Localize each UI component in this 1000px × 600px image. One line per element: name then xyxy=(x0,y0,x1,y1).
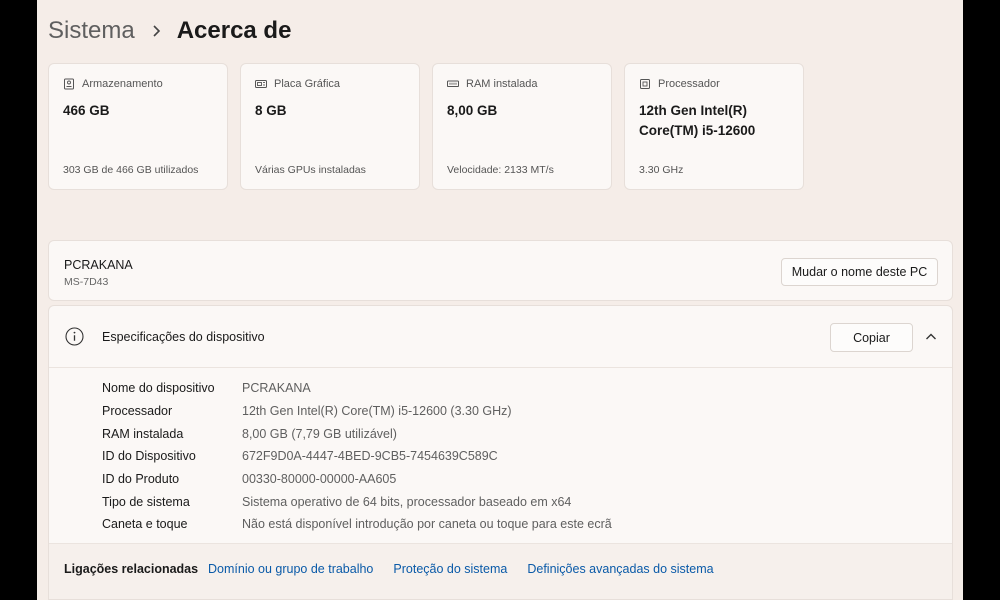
storage-label: Armazenamento xyxy=(82,78,163,90)
spec-value[interactable]: 12th Gen Intel(R) Core(TM) i5-12600 (3.3… xyxy=(242,404,512,418)
spec-label: ID do Dispositivo xyxy=(102,449,196,464)
link-domain-workgroup[interactable]: Domínio ou grupo de trabalho xyxy=(208,562,373,576)
processor-card[interactable]: Processador 12th Gen Intel(R) Core(TM) i… xyxy=(624,63,804,190)
spec-value[interactable]: 00330-80000-00000-AA605 xyxy=(242,472,396,486)
graphics-value: 8 GB xyxy=(255,103,287,118)
graphics-card[interactable]: Placa Gráfica 8 GB Várias GPUs instalada… xyxy=(240,63,420,190)
spec-label: RAM instalada xyxy=(102,426,184,441)
spec-label: ID do Produto xyxy=(102,472,180,487)
ram-speed: Velocidade: 2133 MT/s xyxy=(447,164,554,176)
breadcrumb-sistema[interactable]: Sistema xyxy=(48,17,135,45)
ram-value: 8,00 GB xyxy=(447,103,498,118)
ram-icon xyxy=(447,80,459,87)
related-links-bar: Ligações relacionadas Domínio ou grupo d… xyxy=(49,543,952,599)
chevron-up-icon[interactable] xyxy=(924,330,938,344)
ram-card[interactable]: RAM instalada 8,00 GB Velocidade: 2133 M… xyxy=(432,63,612,190)
spec-value[interactable]: 8,00 GB (7,79 GB utilizável) xyxy=(242,427,397,441)
storage-value: 466 GB xyxy=(63,103,110,118)
graphics-label: Placa Gráfica xyxy=(274,78,341,90)
spec-value[interactable]: 672F9D0A-4447-4BED-9CB5-7454639C589C xyxy=(242,449,498,463)
graphics-sub: Várias GPUs instaladas xyxy=(255,164,366,176)
spec-row-device-name: Nome do dispositivo PCRAKANA xyxy=(102,377,612,400)
device-specifications-title: Especificações do dispositivo xyxy=(102,330,265,344)
spec-row-product-id: ID do Produto 00330-80000-00000-AA605 xyxy=(102,468,612,491)
device-specifications-panel: Especificações do dispositivo Copiar Nom… xyxy=(48,305,953,600)
device-specifications-header[interactable]: Especificações do dispositivo Copiar xyxy=(49,306,952,368)
spec-row-system-type: Tipo de sistema Sistema operativo de 64 … xyxy=(102,490,612,513)
spec-row-device-id: ID do Dispositivo 672F9D0A-4447-4BED-9CB… xyxy=(102,445,612,468)
spec-value[interactable]: Não está disponível introdução por canet… xyxy=(242,517,612,531)
processor-label: Processador xyxy=(658,78,720,90)
ram-label: RAM instalada xyxy=(466,78,538,90)
link-advanced-system-settings[interactable]: Definições avançadas do sistema xyxy=(527,562,713,576)
storage-usage: 303 GB de 466 GB utilizados xyxy=(63,164,199,176)
copy-button[interactable]: Copiar xyxy=(830,323,913,352)
spec-label: Caneta e toque xyxy=(102,517,188,532)
spec-row-processor: Processador 12th Gen Intel(R) Core(TM) i… xyxy=(102,400,612,423)
related-links-title: Ligações relacionadas xyxy=(64,562,199,576)
spec-row-pen-touch: Caneta e toque Não está disponível intro… xyxy=(102,513,612,536)
storage-card[interactable]: Armazenamento 466 GB 303 GB de 466 GB ut… xyxy=(48,63,228,190)
pc-model: MS-7D43 xyxy=(64,276,109,288)
spec-value[interactable]: PCRAKANA xyxy=(242,381,311,395)
spec-value[interactable]: Sistema operativo de 64 bits, processado… xyxy=(242,495,571,509)
spec-list: Nome do dispositivo PCRAKANA Processador… xyxy=(102,377,612,536)
breadcrumb: Sistema Acerca de xyxy=(48,14,291,48)
pc-name: PCRAKANA xyxy=(64,258,133,272)
storage-icon xyxy=(64,78,74,90)
graphics-card-icon xyxy=(255,80,267,88)
spec-row-ram: RAM instalada 8,00 GB (7,79 GB utilizáve… xyxy=(102,422,612,445)
rename-pc-button[interactable]: Mudar o nome deste PC xyxy=(781,258,938,286)
processor-speed: 3.30 GHz xyxy=(639,164,684,176)
info-icon xyxy=(65,327,84,346)
processor-value: 12th Gen Intel(R) Core(TM) i5-12600 xyxy=(639,103,756,138)
settings-window: Sistema Acerca de Armazenamento 466 GB 3… xyxy=(37,0,963,600)
spec-label: Tipo de sistema xyxy=(102,494,190,509)
chevron-right-icon xyxy=(152,24,161,38)
page-title: Acerca de xyxy=(176,17,292,44)
processor-icon xyxy=(640,79,650,89)
spec-label: Processador xyxy=(102,404,173,419)
pc-name-card: PCRAKANA MS-7D43 Mudar o nome deste PC xyxy=(48,240,953,301)
link-system-protection[interactable]: Proteção do sistema xyxy=(393,562,507,576)
spec-label: Nome do dispositivo xyxy=(102,381,215,396)
